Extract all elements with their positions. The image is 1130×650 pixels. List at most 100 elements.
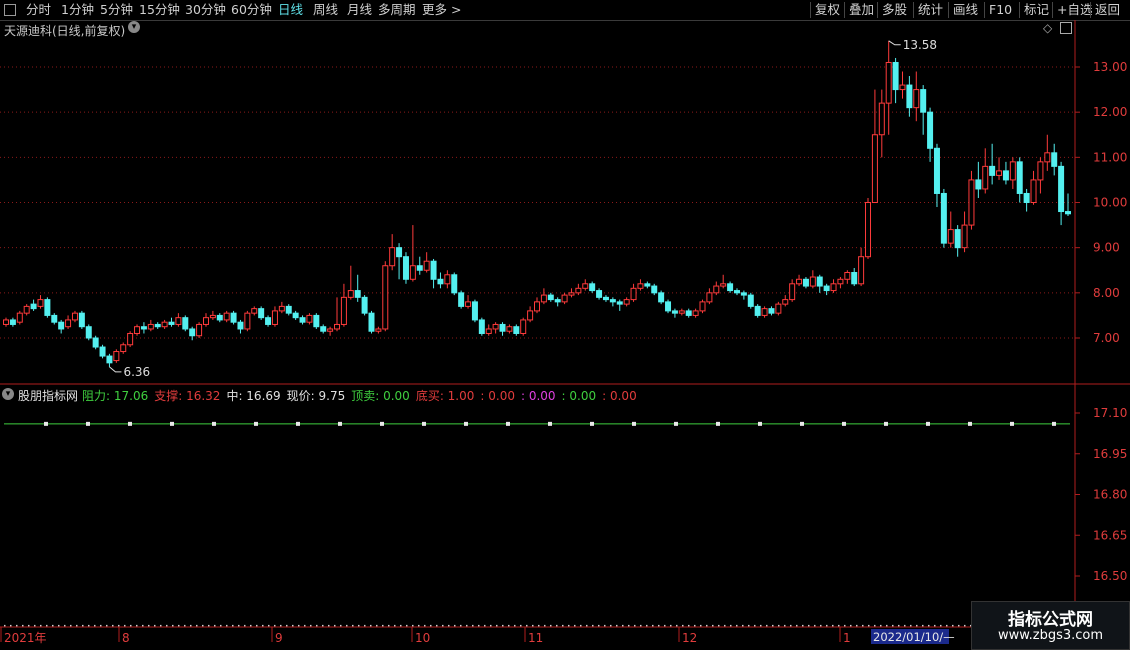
candle-body	[547, 294, 554, 301]
candle-body	[685, 310, 692, 316]
support-dot	[616, 624, 618, 627]
candle-body	[858, 256, 865, 285]
period-tab-3[interactable]: 15分钟	[139, 2, 180, 18]
support-dot	[544, 624, 546, 627]
support-dot	[952, 624, 954, 627]
high-marker	[888, 40, 901, 46]
period-tab-2[interactable]: 5分钟	[100, 2, 133, 18]
period-tab-10[interactable]: 更多 >	[422, 2, 461, 18]
toolbar-button-1[interactable]: 叠加	[849, 2, 874, 18]
candle-body	[430, 260, 437, 280]
candle-body	[906, 84, 913, 109]
support-dot	[676, 624, 678, 627]
candle-body	[699, 301, 706, 312]
resistance-marker	[254, 421, 258, 426]
toolbar-button-7[interactable]: +自选	[1057, 2, 1092, 18]
period-tab-8[interactable]: 月线	[347, 2, 372, 18]
support-dot	[910, 624, 912, 627]
panel-title[interactable]: 天源迪科(日线,前复权)	[4, 22, 125, 39]
support-dot	[322, 624, 324, 627]
toolbar-button-0[interactable]: 复权	[815, 2, 840, 18]
support-dot	[586, 624, 588, 627]
period-tab-7[interactable]: 周线	[313, 2, 338, 18]
candle-body	[630, 287, 637, 301]
candle-body	[285, 305, 292, 314]
candle-body	[513, 326, 520, 334]
toolbar-button-2[interactable]: 多股	[882, 2, 907, 18]
support-dot	[532, 624, 534, 627]
candle-body	[816, 276, 823, 287]
toolbar-button-3[interactable]: 统计	[918, 2, 943, 18]
support-dot	[10, 624, 12, 627]
candle-body	[85, 326, 92, 339]
support-dot	[928, 624, 930, 627]
period-tab-6[interactable]: 日线	[278, 2, 303, 18]
period-tab-9[interactable]: 多周期	[378, 2, 416, 18]
candle-body	[444, 274, 451, 285]
support-dot	[40, 624, 42, 627]
candle-body	[713, 285, 720, 294]
candle-body	[878, 102, 885, 136]
support-dot	[154, 624, 156, 627]
cursor-date: 2022/01/10/—	[873, 630, 955, 644]
toolbar-button-4[interactable]: 画线	[953, 2, 978, 18]
candle-body	[340, 296, 347, 325]
support-dot	[418, 624, 420, 627]
support-dot	[898, 624, 900, 627]
period-tab-4[interactable]: 30分钟	[185, 2, 226, 18]
candle-body	[658, 292, 665, 303]
indicator-tick-label: 16.50	[1093, 569, 1127, 583]
toolbar-button-8[interactable]: 返回	[1095, 2, 1120, 18]
support-dot	[868, 624, 870, 627]
support-dot	[808, 624, 810, 627]
support-dot	[334, 624, 336, 627]
resistance-marker	[464, 421, 468, 426]
time-label: 11	[528, 631, 543, 645]
support-dot	[562, 624, 564, 627]
menu-icon[interactable]	[4, 4, 16, 16]
support-dot	[178, 624, 180, 627]
candle-body	[471, 301, 478, 321]
price-tick-label: 10.00	[1093, 196, 1127, 210]
candle-body	[327, 328, 334, 332]
support-dot	[160, 624, 162, 627]
toolbar-button-6[interactable]: 标记	[1024, 2, 1049, 18]
period-tab-0[interactable]: 分时	[26, 2, 51, 18]
period-tab-5[interactable]: 60分钟	[231, 2, 272, 18]
support-dot	[556, 624, 558, 627]
indicator-source[interactable]: 股朋指标网	[18, 387, 78, 404]
support-dot	[244, 624, 246, 627]
candle-body	[665, 301, 672, 312]
support-dot	[286, 624, 288, 627]
support-dot	[412, 624, 414, 627]
diamond-icon[interactable]: ◇	[1043, 21, 1052, 35]
window-toggle-icon[interactable]	[1060, 22, 1072, 34]
candle-body	[706, 292, 713, 303]
support-dot	[850, 624, 852, 627]
support-dot	[232, 624, 234, 627]
support-dot	[184, 624, 186, 627]
toolbar-button-5[interactable]: F10	[989, 2, 1012, 18]
candle-body	[416, 265, 423, 271]
candle-body	[209, 314, 216, 319]
candle-body	[202, 317, 209, 325]
candle-body	[478, 319, 485, 334]
support-dot	[508, 624, 510, 627]
indicator-item-5: 底买: 1.00	[415, 389, 475, 403]
candle-body	[368, 312, 375, 332]
period-tab-1[interactable]: 1分钟	[61, 2, 94, 18]
resistance-marker	[926, 421, 930, 426]
support-dot	[580, 624, 582, 627]
support-dot	[856, 624, 858, 627]
time-label: 2021年	[4, 631, 47, 645]
chevron-down-icon[interactable]: ▾	[128, 21, 140, 33]
support-dot	[388, 624, 390, 627]
toolbar-separator	[844, 2, 845, 18]
support-dot	[4, 624, 6, 627]
support-dot	[88, 624, 90, 627]
chevron-down-icon[interactable]: ▾	[2, 388, 14, 400]
support-dot	[628, 624, 630, 627]
indicator-item-1: 支撑: 16.32	[154, 389, 221, 403]
candle-body	[602, 296, 609, 301]
toolbar-separator	[1019, 2, 1020, 18]
